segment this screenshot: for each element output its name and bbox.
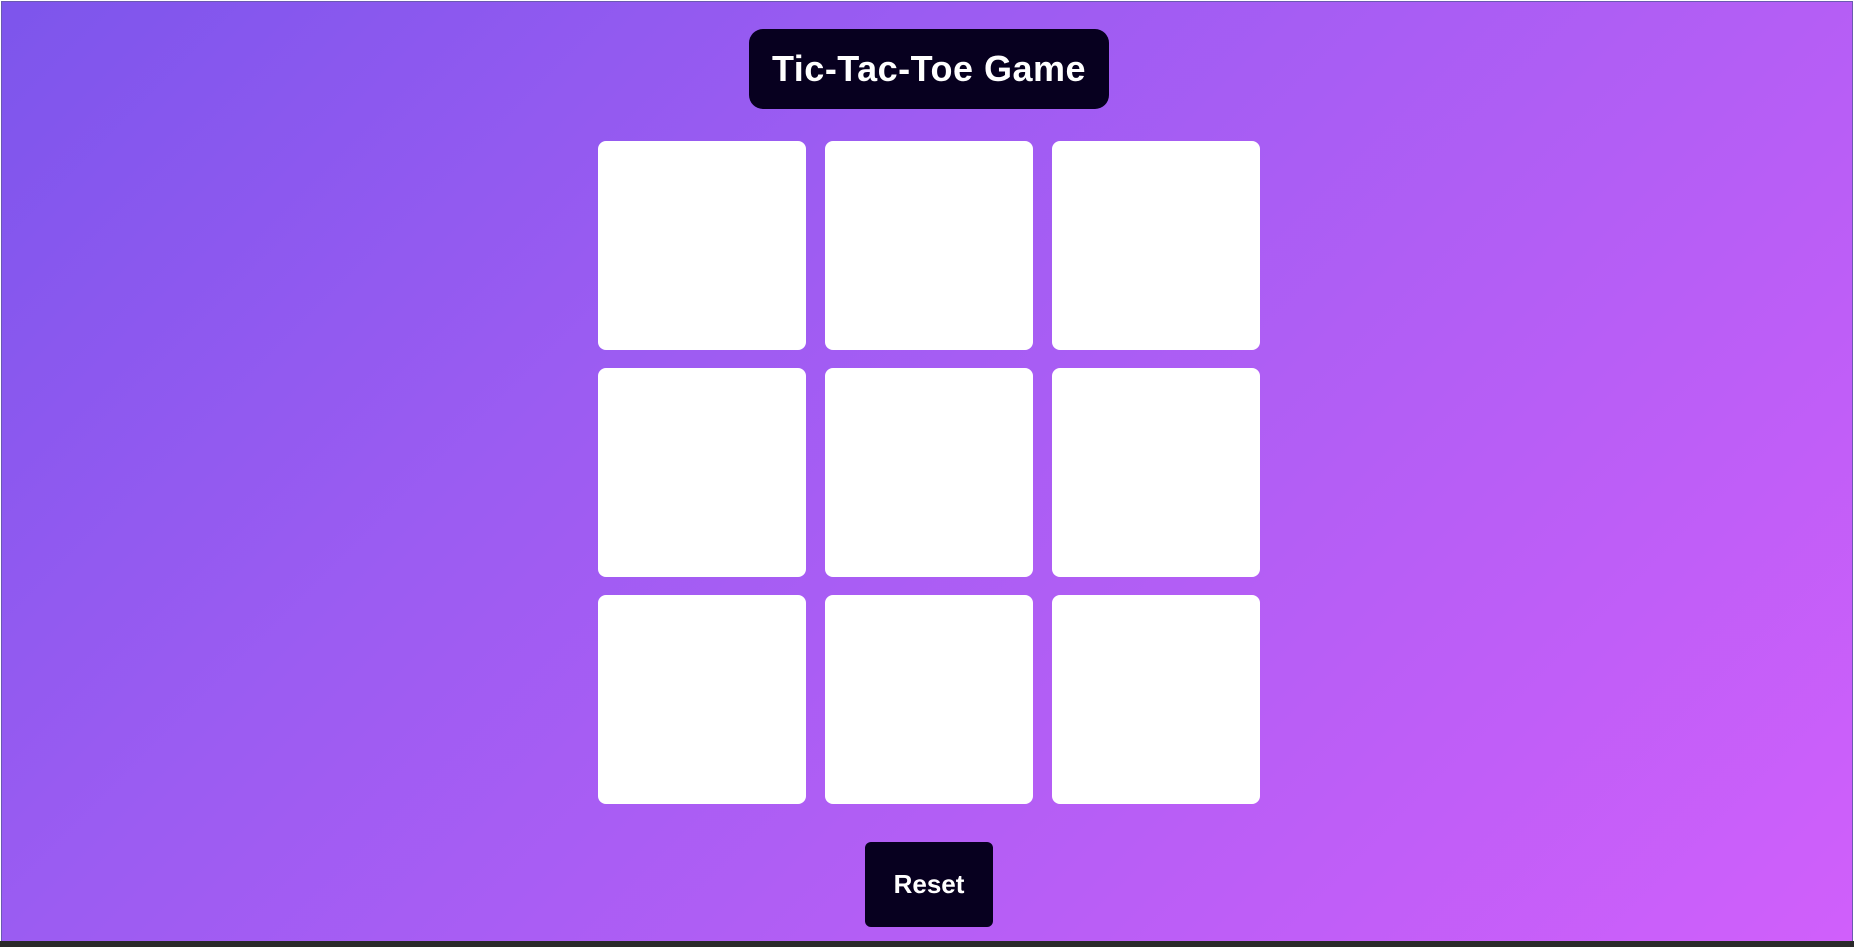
board-cell-9[interactable] [1052,595,1260,804]
title-banner: Tic-Tac-Toe Game [749,29,1109,109]
window-bottom-edge [0,941,1854,947]
board-cell-5[interactable] [825,368,1033,577]
page-title: Tic-Tac-Toe Game [771,48,1087,89]
game-board [598,141,1260,804]
board-cell-3[interactable] [1052,141,1260,350]
board-cell-1[interactable] [598,141,806,350]
reset-button[interactable]: Reset [865,842,993,927]
game-page: Tic-Tac-Toe Game Reset [1,1,1853,942]
board-cell-8[interactable] [825,595,1033,804]
board-cell-6[interactable] [1052,368,1260,577]
board-cell-4[interactable] [598,368,806,577]
board-cell-7[interactable] [598,595,806,804]
board-cell-2[interactable] [825,141,1033,350]
